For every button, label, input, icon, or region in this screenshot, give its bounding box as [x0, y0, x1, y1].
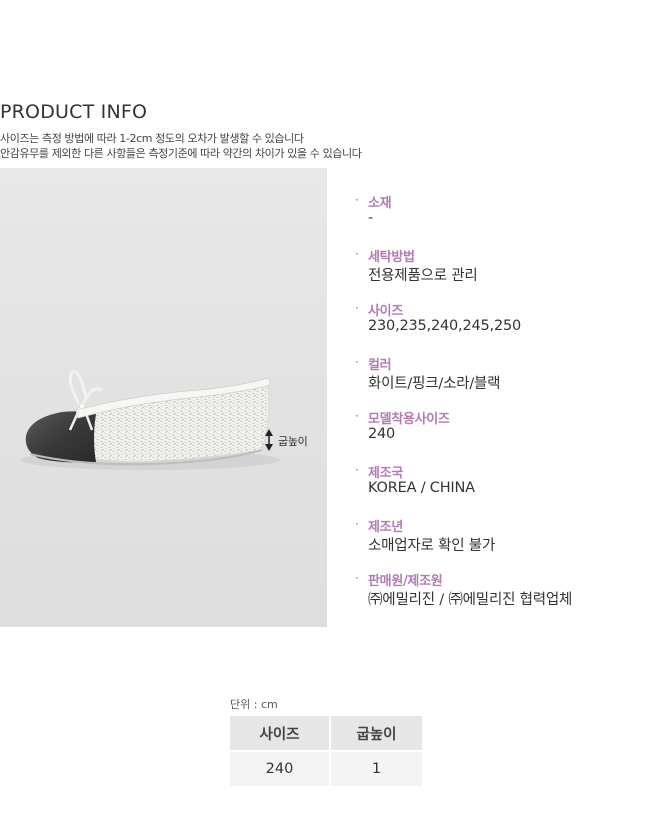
product-info-list: · 소재 - · 세탁방법 전용제품으로 관리 · 사이즈 230,235,24…	[355, 192, 645, 624]
info-label: 제조국	[368, 466, 403, 481]
table-header-row: 사이즈 굽높이	[230, 716, 422, 751]
heel-height-label: 굽높이	[278, 435, 308, 448]
table-row: 240 1	[230, 750, 422, 786]
info-item-material: · 소재 -	[355, 192, 645, 246]
size-table: 사이즈 굽높이 240 1	[230, 716, 422, 786]
bullet: ·	[355, 517, 359, 531]
size-note-line: 사이즈는 측정 방법에 따라 1-2cm 정도의 오차가 발생할 수 있습니다	[0, 132, 304, 145]
bullet: ·	[355, 193, 359, 207]
size-notes: 사이즈는 측정 방법에 따라 1-2cm 정도의 오차가 발생할 수 있습니다 …	[0, 131, 362, 161]
section-title: PRODUCT INFO	[0, 101, 148, 123]
cell-size: 240	[230, 750, 330, 786]
info-item-colors: · 컬러 화이트/핑크/소라/블랙	[355, 354, 645, 408]
header-size: 사이즈	[230, 716, 330, 751]
info-value: 화이트/핑크/소라/블랙	[368, 376, 501, 392]
header-heel-height: 굽높이	[329, 716, 422, 751]
info-item-manufacture-date: · 제조년 소매업자로 확인 불가	[355, 516, 645, 570]
info-value: 230,235,240,245,250	[368, 318, 522, 334]
cell-heel-height: 1	[329, 750, 422, 786]
shoe-illustration	[20, 370, 280, 470]
bullet: ·	[355, 301, 359, 315]
bullet: ·	[355, 571, 359, 585]
bullet: ·	[355, 355, 359, 369]
info-value: KOREA / CHINA	[368, 480, 475, 496]
info-item-seller: · 판매원/제조원 ㈜에밀리진 / ㈜에밀리진 협력업체	[355, 570, 645, 624]
unit-label: 단위 : cm	[230, 698, 278, 711]
info-item-model-size: · 모델착용사이즈 240	[355, 408, 645, 462]
product-photo	[0, 168, 327, 627]
info-label: 판매원/제조원	[368, 574, 443, 589]
info-item-sizes: · 사이즈 230,235,240,245,250	[355, 300, 645, 354]
size-note-line: 안감유무를 제외한 다른 사항들은 측정기준에 따라 약간의 차이가 있을 수 …	[0, 147, 362, 160]
info-value: 소매업자로 확인 불가	[368, 538, 496, 554]
info-label: 소재	[368, 196, 392, 211]
info-label: 모델착용사이즈	[368, 412, 450, 427]
info-item-country: · 제조국 KOREA / CHINA	[355, 462, 645, 516]
info-value: 전용제품으로 관리	[368, 268, 478, 284]
info-value: ㈜에밀리진 / ㈜에밀리진 협력업체	[368, 592, 573, 608]
info-label: 컬러	[368, 358, 392, 373]
bullet: ·	[355, 463, 359, 477]
info-label: 제조년	[368, 520, 403, 535]
info-label: 사이즈	[368, 304, 403, 319]
info-label: 세탁방법	[368, 250, 415, 265]
info-value: 240	[368, 426, 396, 442]
bullet: ·	[355, 409, 359, 423]
bullet: ·	[355, 247, 359, 261]
info-item-washing: · 세탁방법 전용제품으로 관리	[355, 246, 645, 300]
info-value: -	[368, 210, 374, 226]
